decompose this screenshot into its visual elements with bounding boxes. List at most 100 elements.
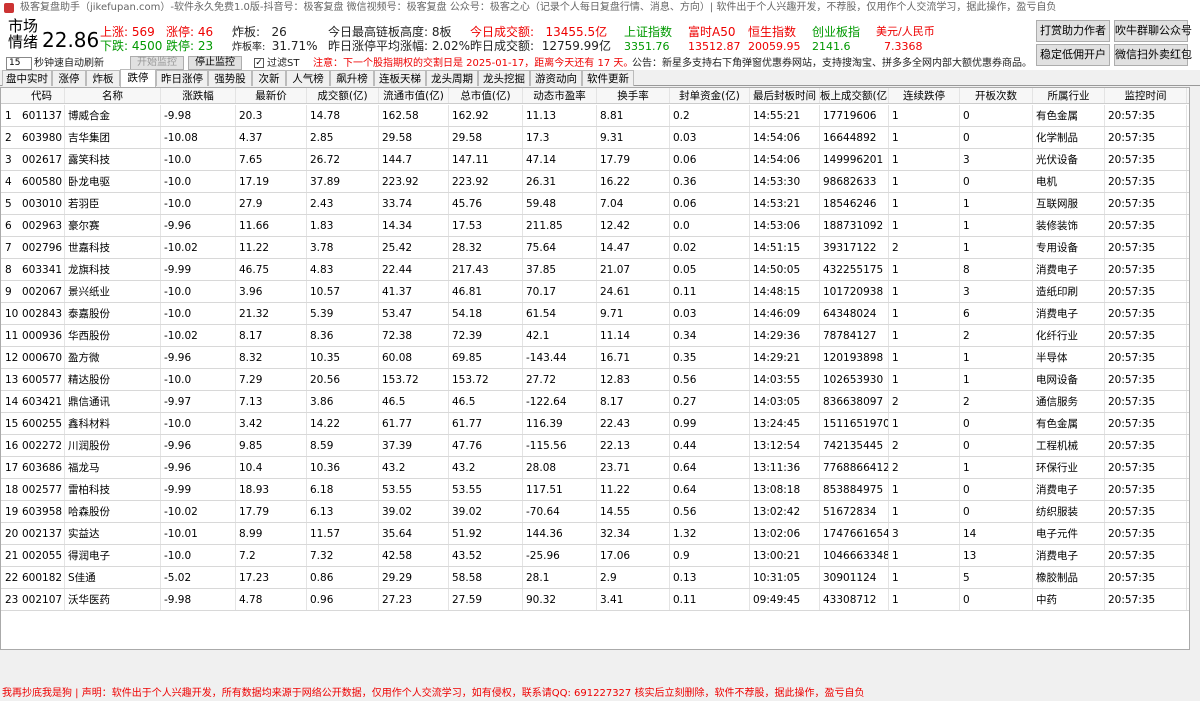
tab-limitdown[interactable]: 跌停 bbox=[120, 69, 156, 87]
table-row[interactable]: 2 603980 吉华集团 -10.08 4.37 2.85 29.58 29.58 17.3 9… bbox=[1, 127, 1189, 149]
column-header-turnover[interactable]: 成交额(亿) bbox=[307, 88, 379, 103]
table-row[interactable]: 22 600182 S佳通 -5.02 17.23 0.86 29.29 58.58 28.1 2… bbox=[1, 567, 1189, 589]
cell-last-seal-time: 14:51:15 bbox=[750, 237, 820, 258]
reward-author-button[interactable]: 打赏助力作者 bbox=[1036, 20, 1110, 42]
table-row[interactable]: 6 002963 豪尔赛 -9.96 11.66 1.83 14.34 17.53 211.85… bbox=[1, 215, 1189, 237]
cell-board-turnover: 39317122 bbox=[820, 237, 889, 258]
cell-open-count: 2 bbox=[960, 391, 1033, 412]
column-header-price[interactable]: 最新价 bbox=[236, 88, 307, 103]
table-row[interactable]: 10 002843 泰嘉股份 -10.0 21.32 5.39 53.47 54.18 61.5… bbox=[1, 303, 1189, 325]
table-row[interactable]: 20 002137 实益达 -10.01 8.99 11.57 35.64 51.92 144.… bbox=[1, 523, 1189, 545]
column-header-industry[interactable]: 所属行业 bbox=[1033, 88, 1105, 103]
tab-limitup[interactable]: 涨停 bbox=[52, 70, 86, 86]
table-row[interactable]: 3 002617 露笑科技 -10.0 7.65 26.72 144.7 147.11 47.1… bbox=[1, 149, 1189, 171]
column-header-pe[interactable]: 动态市盈率 bbox=[523, 88, 597, 103]
tab-leader-cycle[interactable]: 龙头周期 bbox=[426, 70, 478, 86]
cell-monitor-time: 20:57:35 bbox=[1105, 413, 1187, 434]
cell-price: 4.37 bbox=[236, 127, 307, 148]
table-row[interactable]: 13 600577 精达股份 -10.0 7.29 20.56 153.72 153.72 27… bbox=[1, 369, 1189, 391]
tab-realtime[interactable]: 盘中实时 bbox=[2, 70, 52, 86]
tab-hot-money[interactable]: 游资动向 bbox=[530, 70, 582, 86]
column-header-board-turnover[interactable]: 板上成交额(亿) bbox=[820, 88, 889, 103]
column-header-code[interactable]: 代码 bbox=[19, 88, 65, 103]
cell-board-turnover: 98682633 bbox=[820, 171, 889, 192]
cell-last-seal-time: 14:48:15 bbox=[750, 281, 820, 302]
filter-st-checkbox[interactable]: ✓ bbox=[254, 58, 264, 68]
tab-zhaban[interactable]: 炸板 bbox=[86, 70, 120, 86]
table-row[interactable]: 7 002796 世嘉科技 -10.02 11.22 3.78 25.42 28.32 75.6… bbox=[1, 237, 1189, 259]
cell-board-turnover: 1511651970 bbox=[820, 413, 889, 434]
tab-yesterday-limitup[interactable]: 昨日涨停 bbox=[156, 70, 208, 86]
cell-code: 600580 bbox=[19, 171, 65, 192]
column-header-total-cap[interactable]: 总市值(亿) bbox=[449, 88, 523, 103]
tab-strong-stocks[interactable]: 强势股 bbox=[208, 70, 252, 86]
footer-disclaimer: 我再抄底我是狗 | 声明：软件出于个人兴趣开发，所有数据均来源于网络公开数据，仅… bbox=[2, 688, 865, 699]
column-header-turnover-rate[interactable]: 换手率 bbox=[597, 88, 670, 103]
row-index: 15 bbox=[5, 418, 19, 430]
column-header-seal-fund[interactable]: 封单资金(亿) bbox=[670, 88, 750, 103]
table-row[interactable]: 16 002272 川润股份 -9.96 9.85 8.59 37.39 47.76 -115.… bbox=[1, 435, 1189, 457]
start-monitor-button[interactable]: 开始监控 bbox=[130, 56, 184, 70]
table-row[interactable]: 14 603421 鼎信通讯 -9.97 7.13 3.86 46.5 46.5 -122.64… bbox=[1, 391, 1189, 413]
table-header: 代码 名称 涨跌幅 最新价 成交额(亿) 流通市值(亿) 总市值(亿) 动态市盈率 换手率 封单资… bbox=[1, 88, 1189, 104]
table-row[interactable]: 9 002067 景兴纸业 -10.0 3.96 10.57 41.37 46.81 70.17… bbox=[1, 281, 1189, 303]
cell-consecutive-down: 3 bbox=[889, 523, 960, 544]
tab-popularity[interactable]: 人气榜 bbox=[286, 70, 330, 86]
column-header-float-cap[interactable]: 流通市值(亿) bbox=[379, 88, 449, 103]
refresh-interval-input[interactable]: 15 bbox=[6, 57, 32, 70]
cell-change-pct: -9.96 bbox=[161, 215, 236, 236]
table-row[interactable]: 18 002577 雷柏科技 -9.99 18.93 6.18 53.55 53.55 117.… bbox=[1, 479, 1189, 501]
open-account-button[interactable]: 稳定低佣开户 bbox=[1036, 44, 1110, 66]
group-chat-button[interactable]: 吹牛群聊公众号 bbox=[1114, 20, 1192, 42]
cell-turnover-rate: 22.43 bbox=[597, 413, 670, 434]
column-header-name[interactable]: 名称 bbox=[65, 88, 161, 103]
row-index: 21 bbox=[5, 550, 19, 562]
cell-code: 002137 bbox=[19, 523, 65, 544]
table-row[interactable]: 5 003010 若羽臣 -10.0 27.9 2.43 33.74 45.76 59.48 7.… bbox=[1, 193, 1189, 215]
table-row[interactable]: 19 603958 哈森股份 -10.02 17.79 6.13 39.02 39.02 -70… bbox=[1, 501, 1189, 523]
table-row[interactable]: 11 000936 华西股份 -10.02 8.17 8.36 72.38 72.39 42.1… bbox=[1, 325, 1189, 347]
cell-change-pct: -10.01 bbox=[161, 523, 236, 544]
column-header-change-pct[interactable]: 涨跌幅 bbox=[161, 88, 236, 103]
cell-turnover-rate: 7.04 bbox=[597, 193, 670, 214]
table-row[interactable]: 12 000670 盈方微 -9.96 8.32 10.35 60.08 69.85 -143.… bbox=[1, 347, 1189, 369]
cell-total-cap: 153.72 bbox=[449, 369, 523, 390]
cell-total-cap: 51.92 bbox=[449, 523, 523, 544]
table-row[interactable]: 17 603686 福龙马 -9.96 10.4 10.36 43.2 43.2 28.08 23… bbox=[1, 457, 1189, 479]
table-row[interactable]: 21 002055 得润电子 -10.0 7.2 7.32 42.58 43.52 -25.96… bbox=[1, 545, 1189, 567]
cell-turnover-rate: 9.71 bbox=[597, 303, 670, 324]
tab-leader-mining[interactable]: 龙头挖掘 bbox=[478, 70, 530, 86]
cell-industry: 互联网服 bbox=[1033, 193, 1105, 214]
vertical-scrollbar[interactable] bbox=[1190, 87, 1200, 650]
stop-monitor-button[interactable]: 停止监控 bbox=[188, 56, 242, 70]
cell-total-cap: 54.18 bbox=[449, 303, 523, 324]
row-index: 3 bbox=[5, 154, 12, 166]
cell-industry: 化学制品 bbox=[1033, 127, 1105, 148]
index-name-1: 富时A50 bbox=[688, 25, 736, 39]
cell-last-seal-time: 14:53:30 bbox=[750, 171, 820, 192]
table-row[interactable]: 15 600255 鑫科材料 -10.0 3.42 14.22 61.77 61.77 116.… bbox=[1, 413, 1189, 435]
tab-board-ladder[interactable]: 连板天梯 bbox=[374, 70, 426, 86]
cell-price: 8.32 bbox=[236, 347, 307, 368]
table-row[interactable]: 23 002107 沃华医药 -9.98 4.78 0.96 27.23 27.59 90.32… bbox=[1, 589, 1189, 611]
row-index: 19 bbox=[5, 506, 19, 518]
cell-turnover-rate: 3.41 bbox=[597, 589, 670, 610]
cell-pe: 26.31 bbox=[523, 171, 597, 192]
column-header-monitor-time[interactable]: 监控时间 bbox=[1105, 88, 1187, 103]
tab-surge[interactable]: 飙升榜 bbox=[330, 70, 374, 86]
column-header-consecutive-down[interactable]: 连续跌停 bbox=[889, 88, 960, 103]
takeout-redpacket-button[interactable]: 微信扫外卖红包 bbox=[1114, 44, 1192, 66]
cell-change-pct: -10.0 bbox=[161, 193, 236, 214]
column-header-last-seal-time[interactable]: 最后封板时间 bbox=[750, 88, 820, 103]
cell-code: 002067 bbox=[19, 281, 65, 302]
cell-total-cap: 223.92 bbox=[449, 171, 523, 192]
down-count: 下跌: 4500 bbox=[100, 39, 163, 53]
tab-software-update[interactable]: 软件更新 bbox=[582, 70, 634, 86]
cell-pe: 17.3 bbox=[523, 127, 597, 148]
table-row[interactable]: 4 600580 卧龙电驱 -10.0 17.19 37.89 223.92 223.92 26… bbox=[1, 171, 1189, 193]
column-header-open-count[interactable]: 开板次数 bbox=[960, 88, 1033, 103]
table-row[interactable]: 8 603341 龙旗科技 -9.99 46.75 4.83 22.44 217.43 37.8… bbox=[1, 259, 1189, 281]
tab-new-stocks[interactable]: 次新 bbox=[252, 70, 286, 86]
cell-code: 002796 bbox=[19, 237, 65, 258]
table-row[interactable]: 1 601137 博威合金 -9.98 20.3 14.78 162.58 162.92 11.… bbox=[1, 105, 1189, 127]
